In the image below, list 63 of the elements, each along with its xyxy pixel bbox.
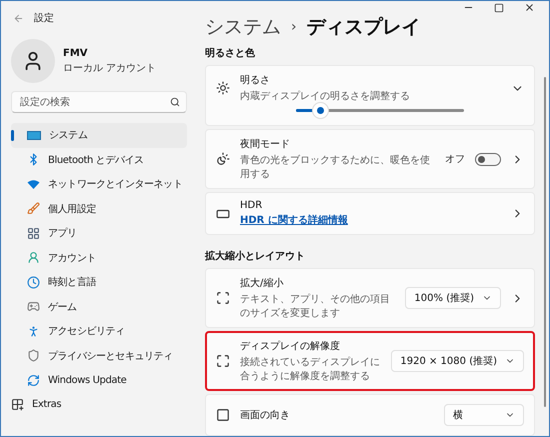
clock-icon: [27, 276, 40, 289]
nav-item[interactable]: ゲーム: [11, 294, 187, 319]
scrollbar[interactable]: [544, 77, 546, 407]
account-name: FMV: [63, 48, 89, 58]
setting-title: 夜間モード: [240, 138, 291, 151]
wifi-icon: [27, 178, 40, 191]
nav-item[interactable]: ネットワークとインターネット: [11, 172, 187, 196]
setting-title: ディスプレイの解像度: [240, 340, 341, 353]
maximize-icon[interactable]: [494, 2, 504, 12]
gamepad-icon: [27, 300, 40, 314]
nav-item[interactable]: アプリ: [11, 221, 187, 246]
monitor-icon: [27, 130, 41, 140]
back-icon[interactable]: [13, 12, 24, 24]
setting-title: 拡大/縮小: [240, 276, 284, 290]
scale-icon: [216, 291, 230, 305]
setting-description: テキスト、アプリ、その他の項目のサイズを変更します: [240, 292, 391, 320]
dropdown[interactable]: 1920 × 1080 (推奨): [391, 350, 524, 372]
avatar: [11, 39, 55, 83]
setting-title: HDR: [240, 200, 264, 211]
setting-description: 青色の光をブロックするために、暖色を使用する: [240, 154, 431, 181]
nav-item[interactable]: 個人用設定: [11, 196, 187, 221]
nav-item[interactable]: プライバシーとセキュリティ: [11, 344, 187, 368]
setting-description: 内蔵ディスプレイの明るさを調整する: [240, 90, 411, 103]
night-light-toggle[interactable]: [475, 152, 501, 166]
apps-icon: [27, 226, 40, 240]
brightness-slider[interactable]: [296, 103, 464, 118]
night-light-icon: [216, 152, 230, 166]
setting-title: 明るさ: [240, 74, 271, 87]
dropdown[interactable]: 100% (推奨): [405, 287, 501, 309]
update-icon: [27, 374, 40, 387]
search-box[interactable]: 設定の検索: [11, 91, 187, 113]
shield-icon: [27, 349, 40, 362]
extras-icon: [11, 398, 24, 412]
search-icon: [170, 97, 180, 107]
nav-item[interactable]: アクセシビリティ: [11, 319, 187, 344]
setting-description: 接続されているディスプレイに合うように解像度を調整する: [240, 356, 381, 383]
page-title: ディスプレイ: [306, 15, 421, 40]
accessibility-icon: [27, 324, 40, 338]
setting-title: 画面の向き: [240, 409, 291, 422]
window-title: 設定: [34, 12, 54, 25]
breadcrumb-parent[interactable]: システム: [205, 14, 281, 40]
resolution-icon: [216, 354, 230, 368]
section-title: 明るさと色: [205, 46, 256, 61]
nav-item[interactable]: Extras: [11, 392, 187, 417]
nav-item[interactable]: Bluetooth とデバイス: [11, 148, 187, 172]
person-icon: [27, 251, 40, 264]
hdr-link[interactable]: HDR に関する詳細情報: [240, 213, 501, 227]
nav-item[interactable]: 時刻と言語: [11, 270, 187, 294]
toggle-state: オフ: [445, 153, 465, 166]
dropdown[interactable]: 横: [444, 404, 524, 426]
nav-item[interactable]: Windows Update: [11, 368, 187, 392]
breadcrumb-separator: ›: [291, 19, 297, 35]
close-icon[interactable]: [524, 2, 535, 13]
brush-icon: [27, 202, 40, 216]
slider-thumb[interactable]: [312, 103, 328, 118]
nav-item[interactable]: アカウント: [11, 246, 187, 270]
bluetooth-icon: [27, 153, 40, 166]
account-type: ローカル アカウント: [63, 62, 156, 74]
orientation-icon: [216, 408, 230, 422]
section-title: 拡大縮小とレイアウト: [205, 250, 306, 264]
nav-item[interactable]: システム: [11, 123, 187, 148]
search-field[interactable]: 設定の検索: [18, 96, 170, 108]
sun-icon: [216, 81, 230, 95]
